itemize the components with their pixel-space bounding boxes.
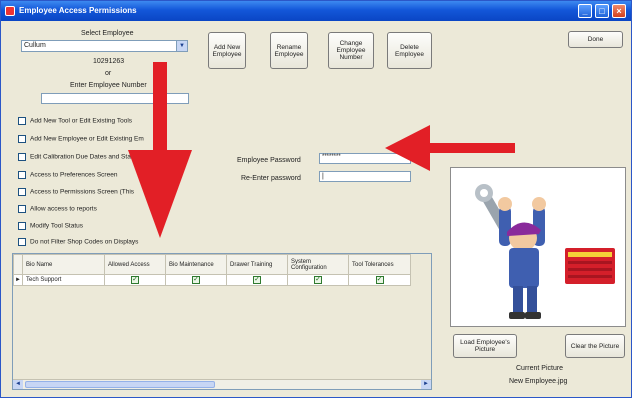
left-arrow-icon [385,125,515,171]
down-arrow-icon [128,62,192,238]
annotation-arrows [128,62,515,238]
